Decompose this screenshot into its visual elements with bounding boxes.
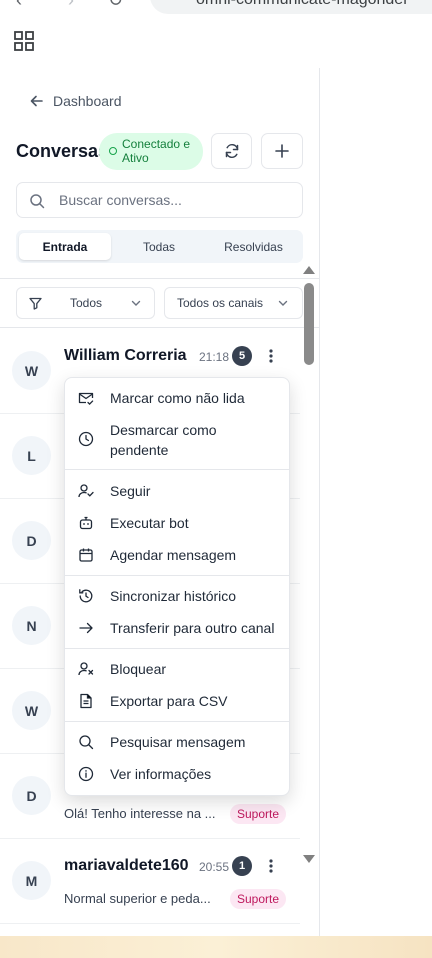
menu-item-transfer-channel[interactable]: Transferir para outro canal [65, 618, 289, 638]
row-options-button[interactable] [264, 856, 278, 876]
conversation-context-menu: Marcar como não lida Desmarcar como pend… [64, 377, 290, 796]
menu-item-schedule-message[interactable]: Agendar mensagem [65, 545, 289, 565]
row-options-button[interactable] [264, 346, 278, 366]
plus-icon [275, 144, 289, 158]
divider [0, 278, 319, 279]
menu-item-label: Ver informações [110, 766, 212, 782]
menu-item-export-csv[interactable]: Exportar para CSV [65, 691, 289, 711]
avatar: W [12, 351, 51, 390]
conversation-pane [320, 68, 432, 936]
channel-filter-label: Todos os canais [177, 296, 264, 310]
menu-item-block[interactable]: Bloquear [65, 659, 289, 679]
arrow-left-icon [30, 95, 43, 107]
menu-separator [65, 721, 289, 722]
menu-item-unmark-pending[interactable]: Desmarcar como pendente [65, 420, 289, 460]
menu-item-label: Marcar como não lida [110, 390, 245, 406]
address-text[interactable]: omni-communicate-magonder [196, 0, 409, 9]
user-check-icon [78, 484, 94, 498]
avatar: W [12, 691, 51, 730]
refresh-icon [225, 144, 238, 158]
contact-name: mariavaldete160 [64, 857, 189, 874]
page-title: Conversas [16, 141, 109, 161]
arrow-right-icon [79, 622, 93, 634]
inbox-tabs: Entrada Todas Resolvidas [16, 230, 303, 263]
unread-count-badge: 5 [232, 346, 252, 366]
status-filter-select[interactable]: Todos [16, 287, 155, 319]
more-vertical-icon [269, 349, 273, 363]
menu-item-label: Exportar para CSV [110, 693, 228, 709]
menu-separator [65, 469, 289, 470]
bot-icon [79, 516, 93, 530]
search-box[interactable] [16, 182, 303, 218]
clock-icon [78, 431, 94, 447]
calendar-icon [79, 548, 93, 562]
avatar: N [12, 606, 51, 645]
avatar: D [12, 776, 51, 815]
status-dot-icon [109, 147, 117, 155]
info-icon [78, 766, 94, 782]
refresh-button[interactable] [211, 133, 252, 169]
menu-item-label-line2: pendente [110, 442, 169, 458]
status-badge: Conectado e Ativo [99, 133, 203, 170]
menu-item-label: Transferir para outro canal [110, 620, 275, 636]
menu-item-label: Desmarcar como [110, 422, 217, 438]
tab-entrada[interactable]: Entrada [19, 233, 111, 260]
conversation-row[interactable]: M mariavaldete160 20:55 1 Normal superio… [0, 838, 300, 924]
forward-nav-icon[interactable]: › [68, 0, 74, 11]
status-line-2: Ativo [122, 151, 149, 165]
filter-icon [29, 297, 42, 310]
menu-item-view-info[interactable]: Ver informações [65, 764, 289, 784]
search-icon [30, 194, 45, 209]
channel-filter-select[interactable]: Todos os canais [164, 287, 303, 319]
avatar: L [12, 436, 51, 475]
menu-item-label: Pesquisar mensagem [110, 734, 246, 750]
search-icon [79, 735, 94, 750]
browser-toolbar: ‹ › ↻ omni-communicate-magonder [0, 0, 432, 69]
taskbar [0, 936, 432, 958]
menu-item-follow[interactable]: Seguir [65, 481, 289, 501]
queue-tag: Suporte [230, 804, 287, 824]
message-preview: Olá! Tenho interesse na ... [64, 806, 216, 821]
menu-item-label: Bloquear [110, 661, 167, 677]
queue-tag: Suporte [230, 889, 287, 909]
menu-item-label: Sincronizar histórico [110, 588, 237, 604]
status-line-1: Conectado e [122, 137, 191, 151]
user-x-icon [78, 662, 94, 676]
menu-item-sync-history[interactable]: Sincronizar histórico [65, 586, 289, 606]
reload-icon[interactable]: ↻ [108, 0, 123, 11]
menu-item-label: Seguir [110, 483, 151, 499]
unread-count-badge: 1 [232, 856, 252, 876]
back-to-dashboard-link[interactable]: Dashboard [30, 93, 122, 109]
menu-item-label: Executar bot [110, 515, 189, 531]
chevron-down-icon [131, 300, 141, 306]
scroll-up-arrow-icon[interactable] [303, 266, 315, 274]
menu-separator [65, 575, 289, 576]
search-input[interactable] [57, 191, 296, 209]
menu-item-label: Agendar mensagem [110, 547, 237, 563]
avatar: D [12, 521, 51, 560]
message-preview: Normal superior e peda... [64, 891, 211, 906]
history-icon [79, 589, 93, 603]
mail-check-icon [78, 392, 94, 406]
more-vertical-icon [269, 859, 273, 873]
tab-todas[interactable]: Todas [113, 233, 205, 260]
apps-grid-icon[interactable] [14, 31, 34, 51]
file-text-icon [80, 693, 92, 709]
message-time: 21:18 [199, 350, 230, 364]
message-time: 20:55 [199, 860, 230, 874]
menu-separator [65, 648, 289, 649]
menu-item-search-message[interactable]: Pesquisar mensagem [65, 732, 289, 752]
scrollbar-thumb[interactable] [304, 283, 314, 365]
tab-resolvidas[interactable]: Resolvidas [207, 233, 300, 260]
new-conversation-button[interactable] [261, 133, 303, 169]
chevron-down-icon [278, 300, 288, 306]
status-filter-label: Todos [70, 296, 103, 310]
scroll-down-arrow-icon[interactable] [303, 855, 315, 863]
menu-item-mark-unread[interactable]: Marcar como não lida [65, 388, 289, 408]
back-link-label: Dashboard [53, 93, 122, 109]
contact-name: William Correria [64, 347, 187, 364]
menu-item-run-bot[interactable]: Executar bot [65, 513, 289, 533]
avatar: M [12, 861, 51, 900]
back-nav-icon[interactable]: ‹ [16, 0, 22, 11]
